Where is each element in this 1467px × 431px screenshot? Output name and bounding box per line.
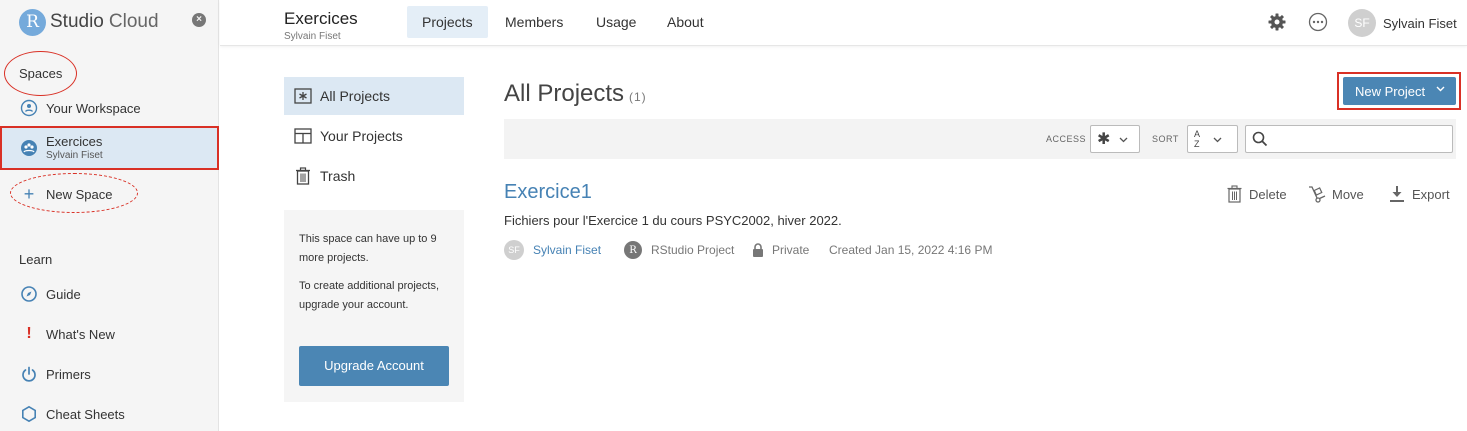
owner-avatar: SF [504,240,524,260]
search-box [1245,125,1453,153]
info-text-upgrade: To create additional projects, upgrade y… [299,279,440,311]
page-title: All Projects [504,80,625,107]
sidebar-item-label: Cheat Sheets [46,406,125,422]
subnav-all-projects[interactable]: All Projects [284,77,464,115]
user-name[interactable]: Sylvain Fiset [1383,16,1457,31]
access-label: ACCESS [1046,134,1087,144]
project-visibility: Private [752,240,809,260]
space-title: Exercices [284,9,358,28]
info-text-limit: This space can have up to 9 more project… [299,233,437,265]
close-sidebar-icon[interactable]: × [192,13,206,27]
visibility-label: Private [772,243,810,257]
compass-icon [20,285,38,303]
filter-bar: ACCESS ✱ SORT A Z [504,119,1456,159]
asterisk-icon: ✱ [1097,131,1111,148]
tab-about[interactable]: About [652,6,719,38]
user-circle-icon [20,99,38,117]
export-label: Export [1412,186,1450,202]
sidebar: R Studio Cloud × Spaces Your Workspace Ex… [0,0,219,431]
upgrade-account-button[interactable]: Upgrade Account [299,346,449,386]
export-button[interactable]: Export [1388,183,1450,205]
sort-label: SORT [1152,134,1179,144]
sort-az-icon: A Z [1194,129,1201,149]
sidebar-item-your-workspace[interactable]: Your Workspace [0,88,219,128]
gear-icon[interactable] [1266,11,1288,33]
sidebar-item-label: Your Workspace [46,100,141,116]
chevron-down-icon [1213,137,1222,142]
rstudio-r-icon: R [624,241,642,259]
project-count: (1) [629,90,647,104]
access-filter-select[interactable]: ✱ [1090,125,1140,153]
exclamation-icon: ! [26,325,32,342]
search-input[interactable] [1272,129,1448,149]
subnav-trash[interactable]: Trash [284,157,464,195]
subnav-label: Your Projects [320,128,403,144]
created-date: Created Jan 15, 2022 4:16 PM [829,243,993,257]
delete-button[interactable]: Delete [1225,183,1287,205]
sidebar-item-whats-new[interactable]: ! What's New [0,314,219,354]
project-type: R RStudio Project [624,240,734,260]
hexagon-icon [20,405,38,423]
subnav-label: Trash [320,168,356,184]
move-label: Move [1332,186,1364,202]
tab-members[interactable]: Members [490,6,578,38]
chevron-down-icon [1119,137,1128,142]
lock-icon [753,242,763,257]
project-title-link[interactable]: Exercice1 [504,181,592,204]
annotation-dashed-new-space [10,173,138,213]
hand-truck-icon [1308,184,1326,204]
power-icon [20,365,38,383]
sidebar-item-label: Guide [46,286,81,302]
more-options-icon[interactable] [1307,11,1329,33]
sidebar-item-cheat-sheets[interactable]: Cheat Sheets [0,394,219,431]
rstudio-logo-icon: R [19,8,46,36]
subnav-your-projects[interactable]: Your Projects [284,117,464,155]
sidebar-item-label: What's New [46,326,115,342]
sort-select[interactable]: A Z [1187,125,1238,153]
brand-suffix: Cloud [108,11,159,32]
top-header: Exercices Sylvain Fiset Projects Members… [220,0,1467,46]
trash-icon [1225,184,1243,204]
project-owner[interactable]: SF Sylvain Fiset [504,240,601,260]
brand-name: Studio [50,11,104,32]
trash-icon [294,167,312,185]
project-type-label: RStudio Project [651,243,735,257]
tab-usage[interactable]: Usage [581,6,651,38]
space-owner-subtitle: Sylvain Fiset [284,31,341,42]
sidebar-item-primers[interactable]: Primers [0,354,219,394]
move-button[interactable]: Move [1308,183,1364,205]
owner-name: Sylvain Fiset [533,243,602,257]
learn-heading: Learn [19,252,53,267]
user-avatar[interactable]: SF [1348,9,1376,37]
grid-icon [294,127,312,145]
space-limit-info: This space can have up to 9 more project… [284,210,464,402]
search-icon [1252,131,1268,152]
subnav-label: All Projects [320,88,391,104]
download-icon [1388,184,1406,204]
sidebar-item-label: Primers [46,366,91,382]
tab-projects[interactable]: Projects [407,6,488,38]
brand-logo[interactable]: R Studio Cloud [19,8,159,36]
sidebar-item-guide[interactable]: Guide [0,274,219,314]
annotation-rect-new-project [1337,72,1461,110]
asterisk-box-icon [294,87,312,105]
delete-label: Delete [1249,186,1287,202]
annotation-rect-current-space [0,126,219,170]
project-description: Fichiers pour l'Exercice 1 du cours PSYC… [504,213,842,228]
